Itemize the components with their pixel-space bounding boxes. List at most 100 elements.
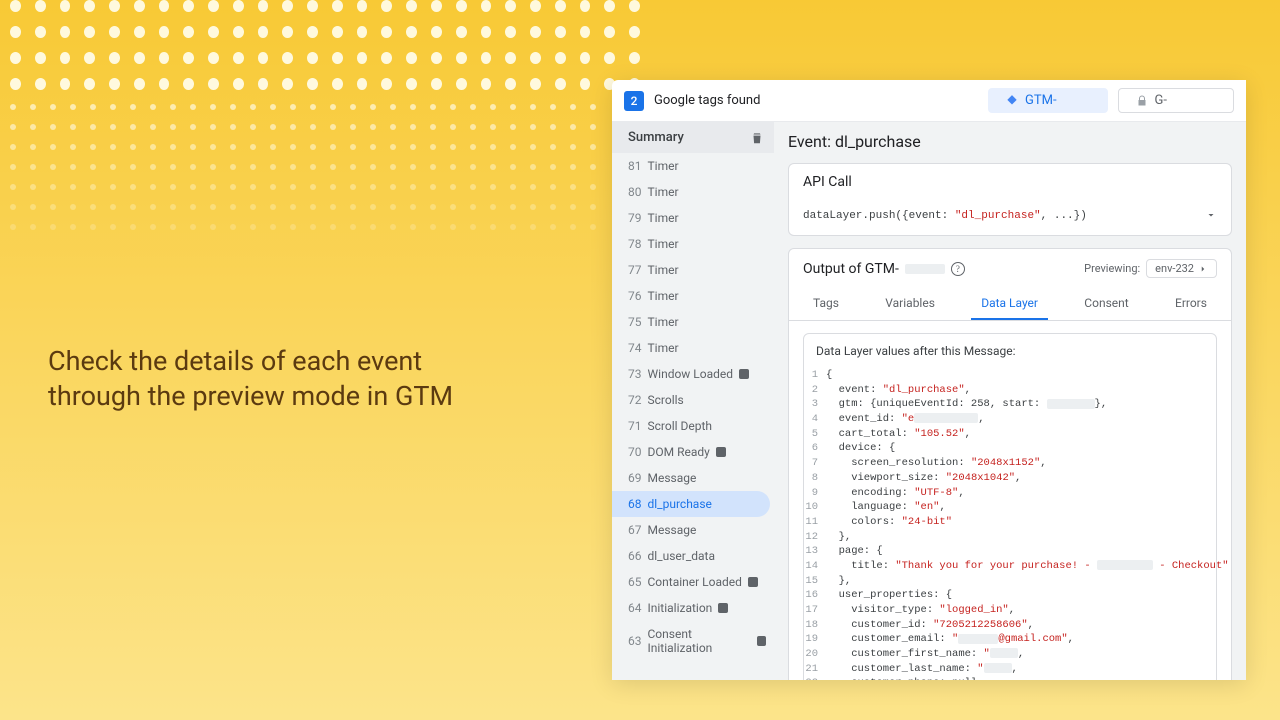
code-line: 7 screen_resolution: "2048x1152", bbox=[804, 456, 1216, 471]
event-label: dl_user_data bbox=[648, 549, 716, 563]
data-layer-panel: Data Layer values after this Message: 1{… bbox=[803, 333, 1217, 680]
code-line: 9 encoding: "UTF-8", bbox=[804, 486, 1216, 501]
sidebar-event-item[interactable]: 78 Timer bbox=[612, 231, 774, 257]
top-bar: 2 Google tags found GTM- G- bbox=[612, 80, 1246, 122]
code-line: 22 customer_phone: null, bbox=[804, 676, 1216, 680]
sidebar-event-item[interactable]: 64 Initialization bbox=[612, 595, 774, 621]
event-number: 64 bbox=[628, 601, 642, 615]
event-label: Timer bbox=[648, 211, 679, 225]
sidebar-event-item[interactable]: 66 dl_user_data bbox=[612, 543, 774, 569]
sidebar-event-item[interactable]: 81 Timer bbox=[612, 153, 774, 179]
redacted: x bbox=[1047, 399, 1095, 409]
sidebar-event-item[interactable]: 67 Message bbox=[612, 517, 774, 543]
code-line: 2 event: "dl_purchase", bbox=[804, 383, 1216, 398]
data-layer-code: 1{2 event: "dl_purchase",3 gtm: {uniqueE… bbox=[804, 368, 1216, 680]
lock-icon bbox=[1135, 94, 1149, 108]
event-number: 72 bbox=[628, 393, 642, 407]
code-line: 1{ bbox=[804, 368, 1216, 383]
tags-found-label: Google tags found bbox=[654, 93, 760, 108]
event-number: 73 bbox=[628, 367, 642, 381]
sidebar-event-item[interactable]: 75 Timer bbox=[612, 309, 774, 335]
redacted: x bbox=[990, 648, 1018, 658]
summary-header[interactable]: Summary bbox=[612, 122, 774, 153]
redacted: x bbox=[914, 413, 978, 423]
chevron-right-icon bbox=[1198, 264, 1208, 274]
api-call-card: API Call dataLayer.push({event: "dl_purc… bbox=[788, 163, 1232, 236]
event-number: 78 bbox=[628, 237, 642, 251]
tag-fired-badge-icon bbox=[739, 369, 749, 379]
chip-g[interactable]: G- bbox=[1118, 88, 1234, 113]
event-label: dl_purchase bbox=[648, 497, 712, 511]
marketing-caption: Check the details of each event through … bbox=[48, 344, 453, 414]
output-tabs: Tags Variables Data Layer Consent Errors bbox=[789, 288, 1231, 321]
sidebar-event-item[interactable]: 80 Timer bbox=[612, 179, 774, 205]
chip-gtm-label: GTM- bbox=[1025, 93, 1057, 108]
tab-tags[interactable]: Tags bbox=[803, 288, 849, 320]
output-header: Output of GTM- red ? Previewing: env-232 bbox=[789, 249, 1231, 288]
tag-fired-badge-icon bbox=[748, 577, 758, 587]
event-number: 76 bbox=[628, 289, 642, 303]
event-label: Timer bbox=[648, 341, 679, 355]
chip-g-label: G- bbox=[1155, 93, 1167, 108]
event-label: Timer bbox=[648, 263, 679, 277]
redacted: red bbox=[905, 264, 945, 274]
tag-fired-badge-icon bbox=[716, 447, 726, 457]
tab-variables[interactable]: Variables bbox=[875, 288, 945, 320]
sidebar-event-item[interactable]: 79 Timer bbox=[612, 205, 774, 231]
sidebar-event-item[interactable]: 74 Timer bbox=[612, 335, 774, 361]
gtm-preview-window: 2 Google tags found GTM- G- Summary bbox=[612, 80, 1246, 680]
dots-pattern bbox=[0, 0, 640, 250]
gtm-icon bbox=[1005, 94, 1019, 108]
api-call-header: API Call bbox=[789, 164, 1231, 200]
env-pill[interactable]: env-232 bbox=[1146, 259, 1217, 278]
sidebar-event-item[interactable]: 65 Container Loaded bbox=[612, 569, 774, 595]
code-line: 18 customer_id: "7205212258606", bbox=[804, 618, 1216, 633]
event-number: 68 bbox=[628, 497, 642, 511]
main-area: Summary 81 Timer80 Timer79 Timer78 Timer… bbox=[612, 122, 1246, 680]
code-line: 19 customer_email: "x@gmail.com", bbox=[804, 632, 1216, 647]
sidebar-event-item[interactable]: 70 DOM Ready bbox=[612, 439, 774, 465]
code-line: 8 viewport_size: "2048x1042", bbox=[804, 471, 1216, 486]
event-number: 80 bbox=[628, 185, 642, 199]
tab-errors[interactable]: Errors bbox=[1165, 288, 1217, 320]
sidebar-event-item[interactable]: 71 Scroll Depth bbox=[612, 413, 774, 439]
chip-gtm[interactable]: GTM- bbox=[988, 88, 1108, 113]
event-label: DOM Ready bbox=[648, 445, 710, 459]
event-label: Scroll Depth bbox=[648, 419, 713, 433]
sidebar-event-item[interactable]: 76 Timer bbox=[612, 283, 774, 309]
event-number: 75 bbox=[628, 315, 642, 329]
clear-icon[interactable] bbox=[750, 131, 764, 145]
api-call-code: dataLayer.push({event: "dl_purchase", ..… bbox=[803, 210, 1087, 222]
code-line: 4 event_id: "ex, bbox=[804, 412, 1216, 427]
sidebar-event-item[interactable]: 77 Timer bbox=[612, 257, 774, 283]
tab-data-layer[interactable]: Data Layer bbox=[971, 288, 1048, 320]
event-label: Initialization bbox=[648, 601, 713, 615]
event-title: Event: dl_purchase bbox=[788, 132, 1232, 151]
sidebar-event-item[interactable]: 72 Scrolls bbox=[612, 387, 774, 413]
sidebar-event-item[interactable]: 63 Consent Initialization bbox=[612, 621, 774, 661]
event-label: Timer bbox=[648, 185, 679, 199]
code-line: 11 colors: "24-bit" bbox=[804, 515, 1216, 530]
output-card: Output of GTM- red ? Previewing: env-232… bbox=[788, 248, 1232, 680]
event-number: 77 bbox=[628, 263, 642, 277]
code-line: 12 }, bbox=[804, 530, 1216, 545]
sidebar-event-item[interactable]: 68 dl_purchase bbox=[612, 491, 770, 517]
summary-label: Summary bbox=[628, 130, 684, 145]
event-number: 66 bbox=[628, 549, 642, 563]
event-number: 79 bbox=[628, 211, 642, 225]
previewing-info: Previewing: env-232 bbox=[1084, 259, 1217, 278]
code-line: 6 device: { bbox=[804, 441, 1216, 456]
event-number: 67 bbox=[628, 523, 642, 537]
content-panel: Event: dl_purchase API Call dataLayer.pu… bbox=[774, 122, 1246, 680]
api-call-row[interactable]: dataLayer.push({event: "dl_purchase", ..… bbox=[789, 200, 1231, 235]
tab-consent[interactable]: Consent bbox=[1074, 288, 1138, 320]
code-line: 15 }, bbox=[804, 574, 1216, 589]
sidebar-event-item[interactable]: 73 Window Loaded bbox=[612, 361, 774, 387]
event-number: 70 bbox=[628, 445, 642, 459]
tag-fired-badge-icon bbox=[718, 603, 728, 613]
sidebar-event-item[interactable]: 69 Message bbox=[612, 465, 774, 491]
info-icon[interactable]: ? bbox=[951, 262, 965, 276]
caption-line-1: Check the details of each event bbox=[48, 344, 453, 379]
event-number: 74 bbox=[628, 341, 642, 355]
event-number: 63 bbox=[628, 634, 642, 648]
